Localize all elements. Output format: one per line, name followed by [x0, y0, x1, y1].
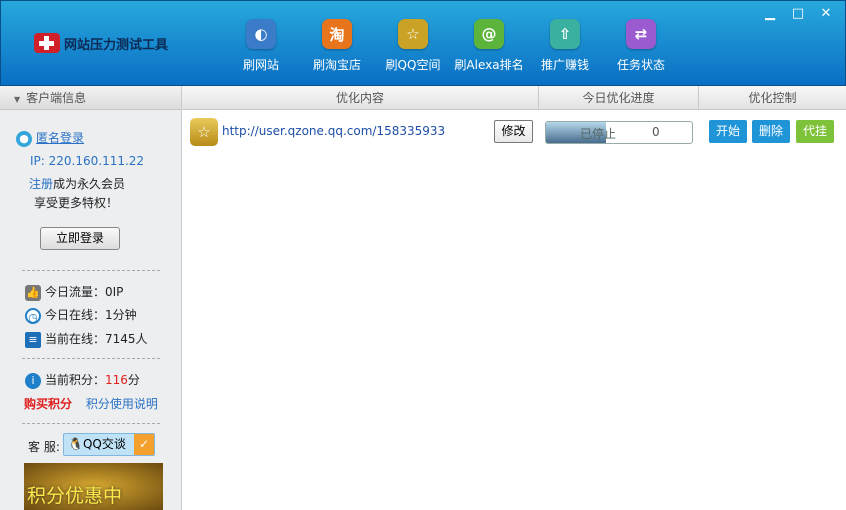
- taobao-icon: 淘: [322, 19, 352, 49]
- nav-item-0[interactable]: ◐ 刷网站: [223, 19, 299, 73]
- thumbs-up-icon: 👍: [25, 284, 41, 301]
- app-logo: 网站压力测试工具: [34, 33, 168, 53]
- nav-label: 任务状态: [616, 58, 665, 72]
- nav-label: 推广赚钱: [540, 58, 589, 72]
- logo-cross-icon: [34, 33, 60, 53]
- register-link[interactable]: 注册: [29, 177, 53, 191]
- info-icon: i: [25, 372, 41, 389]
- column-header-control: 优化控制: [748, 91, 797, 105]
- check-shield-icon: ✓: [134, 434, 154, 455]
- privilege-text: 享受更多特权！: [34, 196, 119, 210]
- table-row: ☆ http://user.qzone.qq.com/158335933 修改 …: [182, 115, 846, 149]
- app-title: 网站压力测试工具: [64, 37, 169, 53]
- today-online-time: 今日在线：1分钟: [45, 308, 137, 322]
- table-header: 优化内容 今日优化进度 优化控制: [182, 86, 846, 110]
- divider: [22, 423, 160, 424]
- nav-item-4[interactable]: ⇧ 推广赚钱: [527, 19, 603, 73]
- alexa-icon: @: [474, 19, 504, 49]
- divider: [22, 358, 160, 359]
- progress-bar: 已停止 0: [545, 121, 693, 144]
- nav-item-2[interactable]: ☆ 刷QQ空间: [375, 19, 451, 73]
- points-help-link[interactable]: 积分使用说明: [86, 397, 158, 411]
- ip-address: IP: 220.160.111.22: [30, 154, 145, 168]
- nav-label: 刷QQ空间: [385, 58, 441, 72]
- qzone-star-icon: ☆: [398, 19, 428, 49]
- task-arrows-icon: ⇄: [626, 19, 656, 49]
- points-label: 当前积分：: [45, 373, 106, 387]
- anonymous-login-link[interactable]: 匿名登录: [36, 131, 84, 145]
- user-icon: ●: [16, 130, 32, 147]
- task-url[interactable]: http://user.qzone.qq.com/158335933: [222, 124, 445, 138]
- progress-count: 0: [652, 125, 660, 139]
- qq-chat-button[interactable]: 🐧QQ交谈 ✓: [63, 433, 155, 456]
- qzone-star-icon: ☆: [190, 118, 218, 146]
- online-users-icon: ≡: [25, 331, 41, 348]
- globe-icon: ◐: [246, 19, 276, 49]
- nav-item-5[interactable]: ⇄ 任务状态: [603, 19, 679, 73]
- points-unit: 分: [127, 373, 140, 387]
- collapse-triangle-icon: ▼: [14, 95, 21, 104]
- sidebar-header[interactable]: ▼ 客户端信息: [0, 86, 181, 110]
- buy-points-link[interactable]: 购买积分: [24, 397, 72, 411]
- column-header-progress: 今日优化进度: [539, 86, 699, 109]
- proxy-button[interactable]: 代挂: [796, 120, 834, 143]
- nav-label: 刷网站: [242, 58, 279, 72]
- points-promo-banner[interactable]: 积分优惠中: [24, 463, 163, 510]
- register-text: 成为永久会员: [53, 177, 126, 191]
- today-traffic: 今日流量：0IP: [45, 285, 124, 299]
- start-button[interactable]: 开始: [709, 120, 747, 143]
- nav-item-1[interactable]: 淘刷淘宝店: [299, 19, 375, 73]
- nav-label: 刷Alexa排名: [454, 58, 524, 72]
- edit-button[interactable]: 修改: [494, 120, 533, 143]
- qq-chat-label: QQ交谈: [82, 437, 126, 451]
- points-value: 116: [105, 373, 128, 387]
- minimize-button[interactable]: ▁: [759, 5, 781, 23]
- progress-status: 已停止: [580, 127, 617, 141]
- current-online-users: 当前在线：7145人: [45, 332, 148, 346]
- alarm-clock-icon: ◷: [25, 307, 41, 324]
- service-label: 客 服:: [28, 440, 60, 454]
- window-controls: ▁ □ ✕: [759, 5, 837, 23]
- qq-penguin-icon: 🐧: [68, 437, 83, 451]
- nav-item-3[interactable]: @ 刷Alexa排名: [451, 19, 527, 73]
- close-button[interactable]: ✕: [815, 5, 837, 23]
- divider: [22, 270, 160, 271]
- header: 网站压力测试工具 ◐ 刷网站 淘刷淘宝店 ☆ 刷QQ空间 @ 刷Alexa排名 ⇧ 推广赚钱 ⇄ 任…: [0, 0, 846, 86]
- delete-button[interactable]: 删除: [752, 120, 790, 143]
- rocket-icon: ⇧: [550, 19, 580, 49]
- login-now-button[interactable]: 立即登录: [40, 227, 120, 250]
- maximize-button[interactable]: □: [787, 5, 809, 23]
- nav-label: 刷淘宝店: [312, 58, 361, 72]
- main-nav: ◐ 刷网站 淘刷淘宝店 ☆ 刷QQ空间 @ 刷Alexa排名 ⇧ 推广赚钱 ⇄ 任务状态: [223, 19, 679, 73]
- sidebar-title: 客户端信息: [26, 91, 87, 105]
- column-header-content: 优化内容: [182, 86, 539, 109]
